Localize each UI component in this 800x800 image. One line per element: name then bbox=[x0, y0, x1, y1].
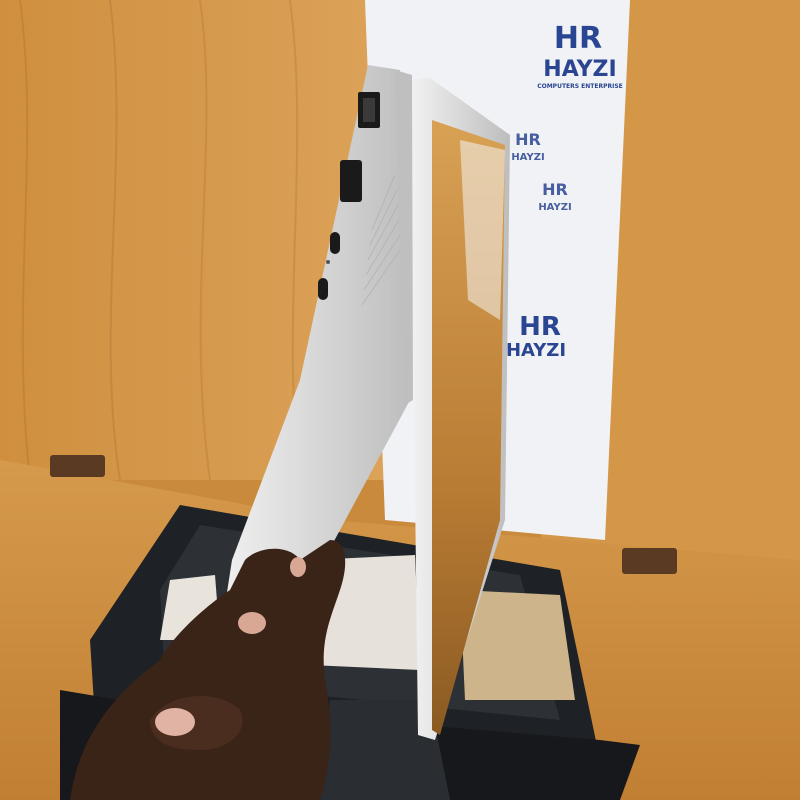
usb-c-port-2 bbox=[318, 278, 328, 300]
thumbnail bbox=[155, 708, 195, 736]
right-hinge bbox=[622, 548, 677, 574]
banner-logo-mark-small: HR bbox=[515, 130, 541, 149]
photo-scene: HR HAYZI COMPUTERS ENTERPRISE HR HAYZI H… bbox=[0, 0, 800, 800]
fingernail bbox=[238, 612, 266, 634]
banner-brand-text: HAYZI bbox=[543, 57, 616, 82]
banner-logo-mark-mid: HR bbox=[519, 312, 561, 342]
scene-svg: HR HAYZI COMPUTERS ENTERPRISE HR HAYZI H… bbox=[0, 0, 800, 800]
banner-logo-mark-small: HR bbox=[542, 180, 568, 199]
hdmi-port bbox=[340, 160, 362, 202]
banner-brand-text-small: HAYZI bbox=[511, 152, 544, 163]
banner-brand-text-mid: HAYZI bbox=[506, 340, 566, 361]
banner-tagline: COMPUTERS ENTERPRISE bbox=[537, 83, 623, 90]
status-led bbox=[326, 260, 330, 264]
banner-brand-text-small: HAYZI bbox=[538, 202, 571, 213]
usb-c-port-1 bbox=[330, 232, 340, 254]
left-hinge bbox=[50, 455, 105, 477]
banner-logo-mark: HR bbox=[554, 21, 602, 56]
fingernail bbox=[290, 557, 306, 577]
